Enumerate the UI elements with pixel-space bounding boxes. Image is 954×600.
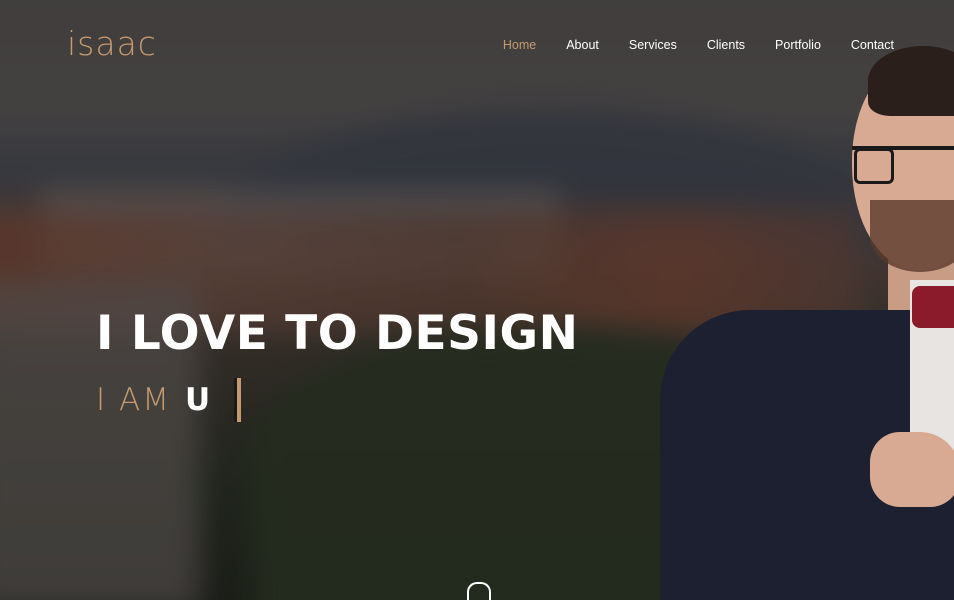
hero-section: isaac Home About Services Clients Portfo… bbox=[0, 0, 954, 600]
nav-item-contact[interactable]: Contact bbox=[851, 38, 894, 52]
portrait-image bbox=[620, 40, 954, 600]
nav-item-home[interactable]: Home bbox=[503, 38, 536, 52]
nav-item-about[interactable]: About bbox=[566, 38, 599, 52]
glasses bbox=[852, 146, 954, 190]
bowtie bbox=[912, 286, 954, 328]
main-nav: Home About Services Clients Portfolio Co… bbox=[503, 38, 894, 52]
beard bbox=[870, 200, 954, 272]
hand bbox=[870, 432, 954, 507]
typing-cursor bbox=[234, 378, 242, 422]
nav-item-services[interactable]: Services bbox=[629, 38, 677, 52]
hair bbox=[868, 46, 954, 116]
typed-text: U bbox=[184, 382, 211, 418]
hero-headline: I LOVE TO DESIGN bbox=[96, 306, 579, 361]
hero-subline: I AM U bbox=[96, 378, 242, 422]
glasses-lens bbox=[854, 148, 894, 184]
nav-item-clients[interactable]: Clients bbox=[707, 38, 745, 52]
mouse-icon[interactable] bbox=[467, 582, 491, 600]
site-logo[interactable]: isaac bbox=[67, 24, 157, 63]
hero-prefix: I AM bbox=[96, 382, 171, 418]
nav-item-portfolio[interactable]: Portfolio bbox=[775, 38, 821, 52]
